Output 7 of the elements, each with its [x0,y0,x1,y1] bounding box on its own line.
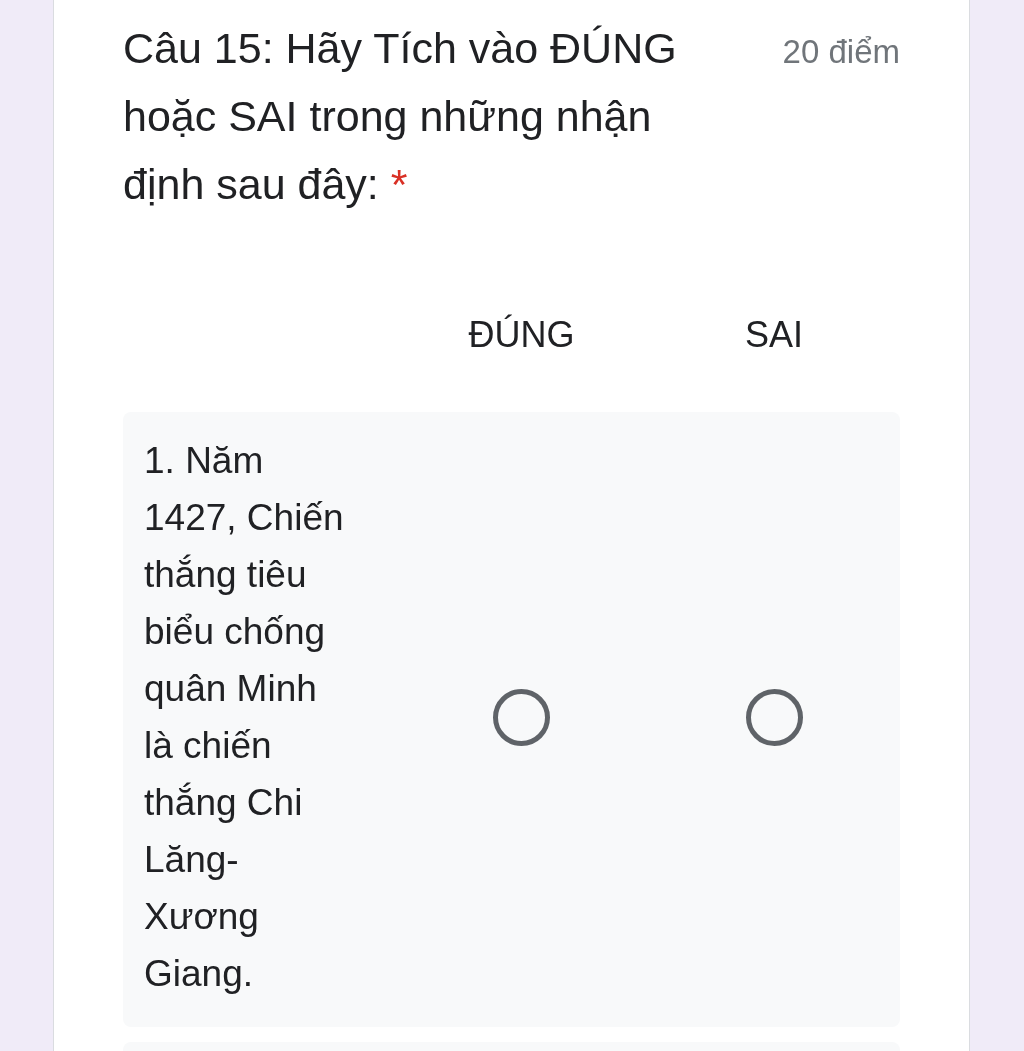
radio-button[interactable] [745,688,803,746]
column-header: SAI [745,313,803,357]
statement-text: 1. Năm 1427, Chiến thắng tiêu biểu chống quân Minh là chiến thắng Chi Lăng- Xương Giang. [144,439,345,996]
points-label: 20 điểm [782,32,900,72]
radio-button[interactable] [493,688,550,746]
column-header: ĐÚNG [468,313,575,357]
question-title: Câu 15: Hãy Tích vào ĐÚNG hoặc SAI trong những nhận định sau đây: * [123,23,678,210]
